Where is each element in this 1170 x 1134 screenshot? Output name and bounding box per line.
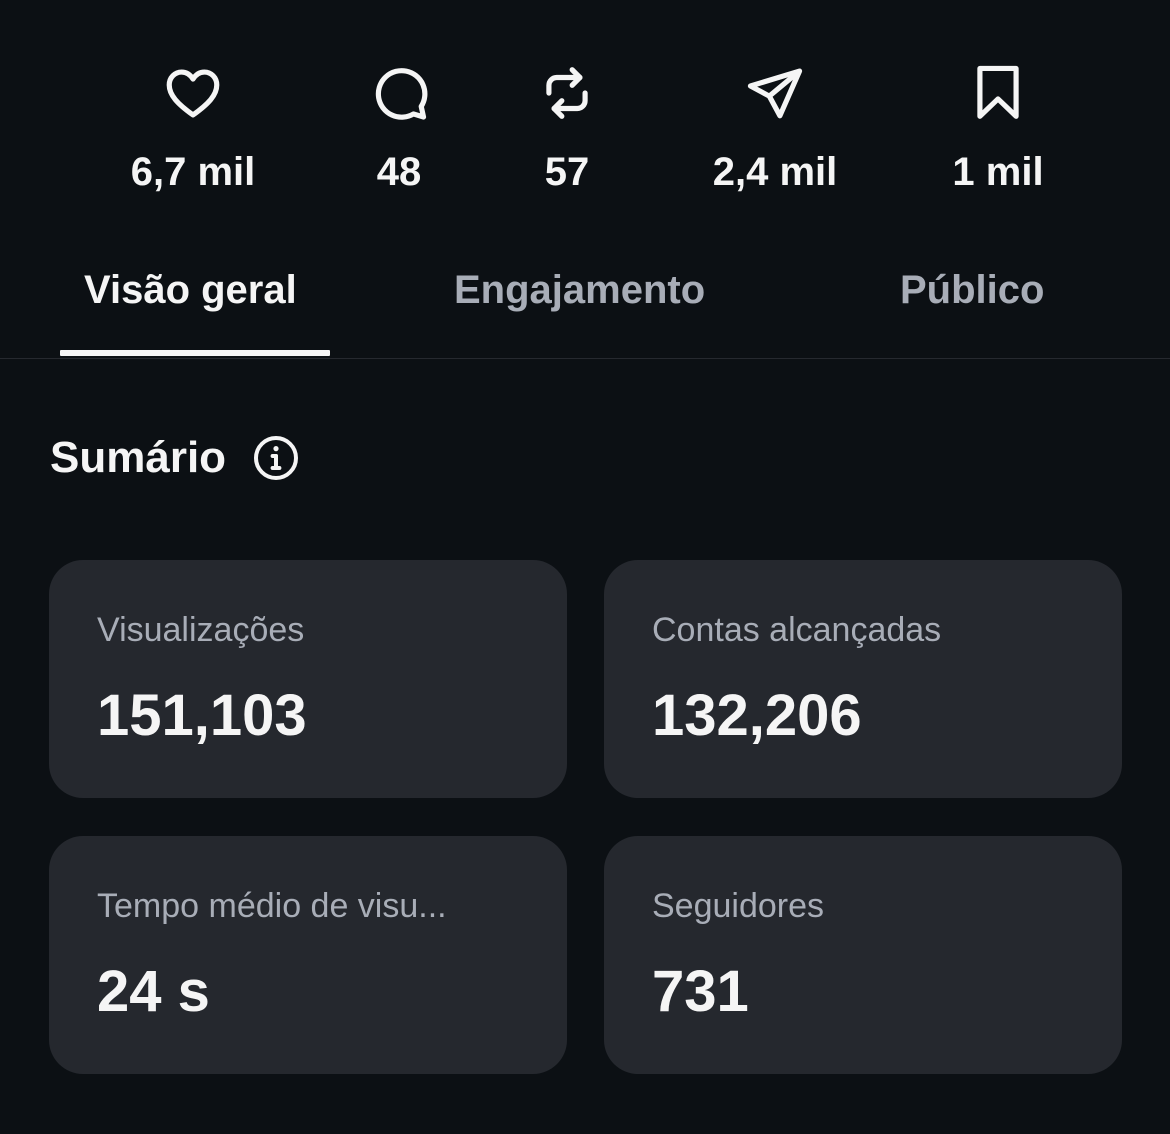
metric-value: 151,103 [97, 683, 307, 748]
heart-icon [162, 62, 224, 124]
reposts-count: 57 [544, 150, 590, 194]
post-insights-screen: 6,7 mil 48 57 2,4 mil 1 mil Visão geral … [0, 0, 1170, 1134]
summary-title: Sumário [50, 433, 227, 482]
active-tab-indicator [60, 350, 330, 356]
summary-header: Sumário [50, 428, 300, 488]
metric-card-avg-watch-time[interactable]: Tempo médio de visu... 24 s [49, 836, 567, 1074]
metric-label: Visualizações [97, 611, 305, 649]
metric-card-accounts-reached[interactable]: Contas alcançadas 132,206 [604, 560, 1122, 798]
metric-label: Tempo médio de visu... [97, 887, 447, 925]
comments-count: 48 [376, 150, 422, 194]
metric-value: 132,206 [652, 683, 862, 748]
info-icon[interactable] [252, 434, 300, 482]
bookmark-icon [967, 62, 1029, 124]
metric-card-views[interactable]: Visualizações 151,103 [49, 560, 567, 798]
saves-stat[interactable]: 1 mil [898, 62, 1098, 196]
metric-card-followers[interactable]: Seguidores 731 [604, 836, 1122, 1074]
comment-icon [368, 62, 430, 124]
metric-value: 24 s [97, 959, 210, 1024]
likes-stat[interactable]: 6,7 mil [93, 62, 293, 196]
share-icon [744, 62, 806, 124]
likes-count: 6,7 mil [130, 150, 256, 194]
repost-icon [536, 62, 598, 124]
shares-stat[interactable]: 2,4 mil [675, 62, 875, 196]
metric-value: 731 [652, 959, 749, 1024]
insights-tabs: Visão geral Engajamento Público [0, 240, 1170, 359]
reposts-stat[interactable]: 57 [467, 62, 667, 196]
tab-audience[interactable]: Público [900, 264, 1044, 316]
shares-count: 2,4 mil [712, 150, 838, 194]
metric-label: Contas alcançadas [652, 611, 942, 649]
tab-overview[interactable]: Visão geral [84, 264, 297, 316]
saves-count: 1 mil [952, 150, 1044, 194]
tab-engagement[interactable]: Engajamento [454, 264, 705, 316]
metric-label: Seguidores [652, 887, 825, 925]
